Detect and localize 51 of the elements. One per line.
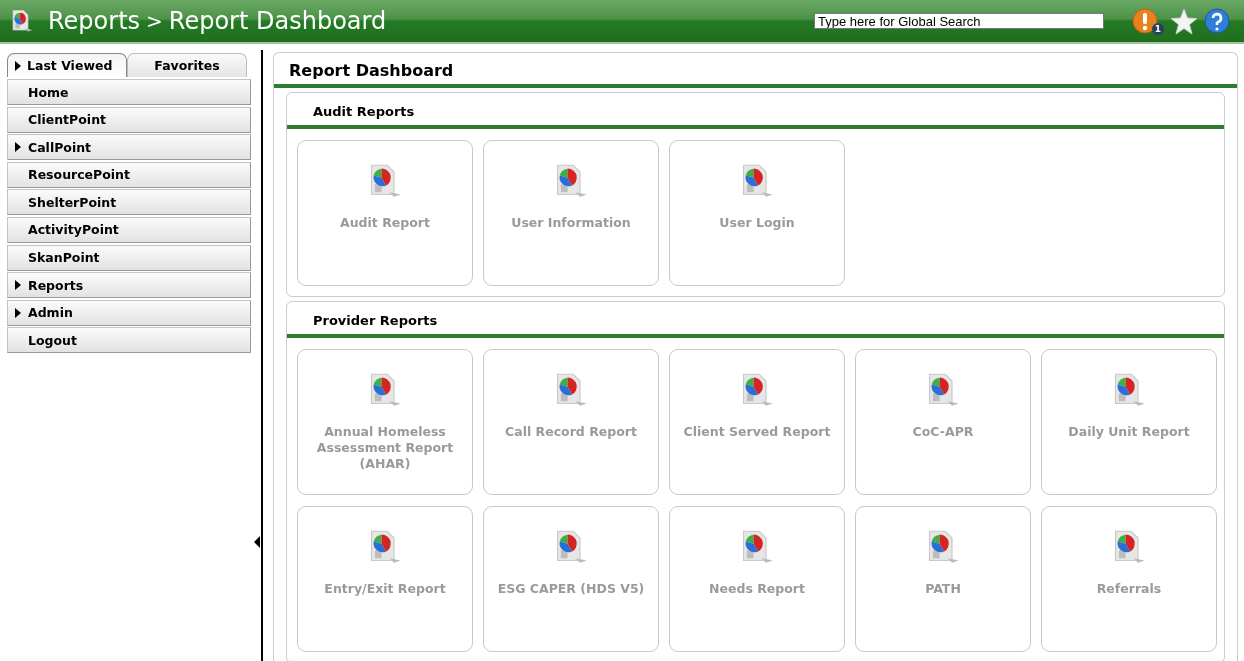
tile-label: Daily Unit Report: [1068, 424, 1190, 440]
report-tile[interactable]: CoC-APR: [855, 349, 1031, 495]
section-title: Provider Reports: [287, 302, 1224, 338]
tile-label: PATH: [925, 581, 961, 597]
tile-label: User Login: [719, 215, 795, 231]
report-tile[interactable]: Client Served Report: [669, 349, 845, 495]
report-tile[interactable]: User Information: [483, 140, 659, 286]
breadcrumb-separator: >: [146, 9, 163, 33]
sidebar-item[interactable]: Reports: [7, 272, 251, 299]
report-logo-icon: [10, 8, 34, 34]
sidebar-item[interactable]: ClientPoint: [7, 106, 251, 133]
sidebar-item[interactable]: ShelterPoint: [7, 189, 251, 216]
tile-label: Annual Homeless Assessment Report (AHAR): [315, 424, 455, 472]
panel-title: Report Dashboard: [274, 53, 1237, 88]
sidebar-item[interactable]: Logout: [7, 327, 251, 354]
report-tile[interactable]: Entry/Exit Report: [297, 506, 473, 652]
report-tile[interactable]: Daily Unit Report: [1041, 349, 1217, 495]
breadcrumb-link[interactable]: Reports: [48, 7, 141, 35]
sidebar-item[interactable]: ActivityPoint: [7, 216, 251, 243]
sidebar-item[interactable]: Admin: [7, 299, 251, 326]
report-tile[interactable]: Needs Report: [669, 506, 845, 652]
page-title: Report Dashboard: [168, 7, 387, 35]
tile-label: Entry/Exit Report: [324, 581, 446, 597]
report-tile[interactable]: PATH: [855, 506, 1031, 652]
tile-label: CoC-APR: [912, 424, 974, 440]
report-tile[interactable]: Annual Homeless Assessment Report (AHAR): [297, 349, 473, 495]
help-icon[interactable]: [1204, 8, 1230, 34]
tile-label: Referrals: [1096, 581, 1162, 597]
star-icon[interactable]: [1170, 7, 1198, 35]
sidebar-item[interactable]: SkanPoint: [7, 244, 251, 271]
report-tile[interactable]: Referrals: [1041, 506, 1217, 652]
tile-label: Call Record Report: [505, 424, 637, 440]
report-tile[interactable]: ESG CAPER (HDS V5): [483, 506, 659, 652]
sidebar-item[interactable]: Home: [7, 79, 251, 105]
search-field[interactable]: Type here for Global Search: [814, 13, 1104, 29]
sidebar-tab[interactable]: Last Viewed: [7, 53, 127, 77]
sidebar-tab[interactable]: Favorites: [127, 53, 247, 77]
notification-badge: 1: [1152, 23, 1164, 35]
tile-label: ESG CAPER (HDS V5): [497, 581, 645, 597]
report-tile[interactable]: Audit Report: [297, 140, 473, 286]
tile-label: Client Served Report: [683, 424, 831, 440]
report-tile[interactable]: User Login: [669, 140, 845, 286]
sidebar-item[interactable]: ResourcePoint: [7, 161, 251, 188]
tile-label: User Information: [511, 215, 631, 231]
report-tile[interactable]: Call Record Report: [483, 349, 659, 495]
section-title: Audit Reports: [287, 93, 1224, 129]
tile-label: Audit Report: [340, 215, 430, 231]
collapse-arrow-icon[interactable]: [254, 536, 260, 548]
sidebar-item[interactable]: CallPoint: [7, 134, 251, 161]
tile-label: Needs Report: [709, 581, 805, 597]
caret-icon: [15, 60, 21, 71]
